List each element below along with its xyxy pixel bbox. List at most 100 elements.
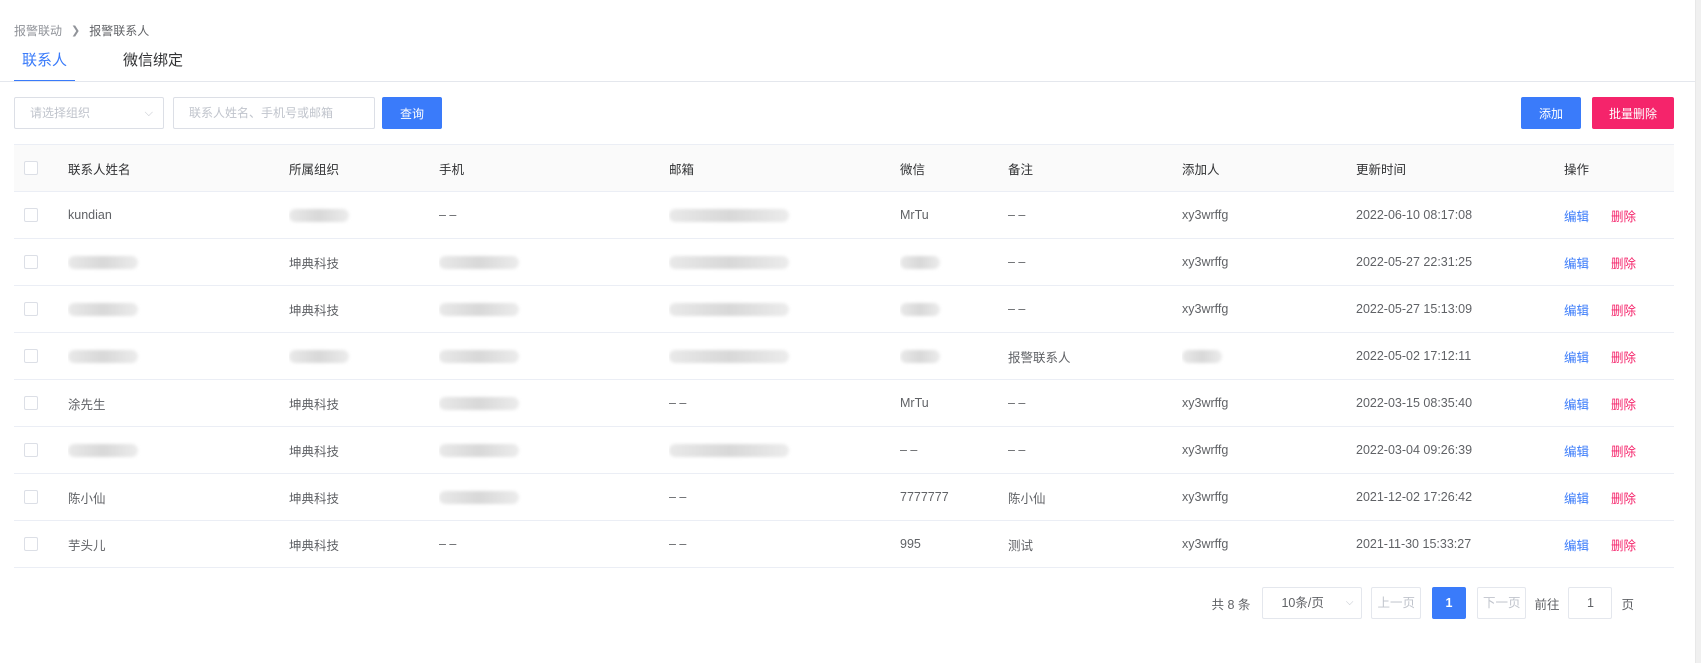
tab-wechat-binding[interactable]: 微信绑定 <box>115 50 191 82</box>
masked-org <box>289 333 429 379</box>
org-select[interactable]: 请选择组织 ⌵ <box>14 97 164 129</box>
cell-remark: – – <box>1008 255 1026 269</box>
table-header: 联系人姓名 所属组织 手机 邮箱 微信 备注 添加人 更新时间 操作 <box>14 144 1674 192</box>
redacted-value <box>439 443 519 457</box>
cell-adder: xy3wrffg <box>1182 537 1229 551</box>
cell-email: – – <box>669 396 687 410</box>
prev-page-button[interactable]: 上一页 <box>1371 587 1421 619</box>
pagination: 共 8 条 10条/页 ⌵ 上一页 1 下一页 前往 页 <box>1212 587 1634 619</box>
row-checkbox-cell <box>24 192 54 238</box>
page-number-current[interactable]: 1 <box>1431 587 1466 619</box>
edit-link[interactable]: 编辑 <box>1564 394 1589 413</box>
header-adder: 添加人 <box>1182 162 1220 177</box>
cell-wechat: MrTu <box>900 208 929 222</box>
row-checkbox[interactable] <box>24 537 38 551</box>
contacts-table: 联系人姓名 所属组织 手机 邮箱 微信 备注 添加人 更新时间 操作 kundi… <box>14 144 1674 568</box>
masked-name <box>68 427 268 473</box>
page-unit-label: 页 <box>1621 597 1634 612</box>
table-row: 坤典科技 – – xy3wrffg 2022-05-27 22:31:25 编辑 删除 <box>14 239 1674 286</box>
row-checkbox[interactable] <box>24 490 38 504</box>
goto-page-input[interactable] <box>1568 587 1613 619</box>
table-row: kundian – – MrTu – – xy3wrffg 2022-06-10 08:1… <box>14 192 1674 239</box>
edit-link[interactable]: 编辑 <box>1564 488 1589 507</box>
header-email: 邮箱 <box>669 162 695 177</box>
breadcrumb-parent[interactable]: 报警联动 <box>14 22 62 39</box>
header-phone: 手机 <box>439 162 465 177</box>
masked-phone <box>439 427 639 473</box>
edit-link[interactable]: 编辑 <box>1564 300 1589 319</box>
cell-adder: xy3wrffg <box>1182 255 1229 269</box>
row-actions: 编辑 删除 <box>1564 192 1674 238</box>
delete-link[interactable]: 删除 <box>1611 253 1636 272</box>
delete-link[interactable]: 删除 <box>1611 394 1636 413</box>
masked-phone <box>439 286 639 332</box>
cell-updated: 2022-05-02 17:12:11 <box>1356 349 1472 363</box>
row-actions: 编辑 删除 <box>1564 474 1674 520</box>
next-page-button[interactable]: 下一页 <box>1476 587 1527 619</box>
cell-remark: 陈小仙 <box>1008 491 1046 506</box>
redacted-value <box>669 443 789 457</box>
row-checkbox-cell <box>24 521 54 567</box>
redacted-value <box>900 302 940 316</box>
row-checkbox[interactable] <box>24 302 38 316</box>
edit-link[interactable]: 编辑 <box>1564 535 1589 554</box>
delete-link[interactable]: 删除 <box>1611 535 1636 554</box>
edit-link[interactable]: 编辑 <box>1564 441 1589 460</box>
redacted-value <box>669 349 789 363</box>
delete-link[interactable]: 删除 <box>1611 441 1636 460</box>
cell-updated: 2022-05-27 15:13:09 <box>1356 302 1473 316</box>
cell-phone: – – <box>439 208 457 222</box>
row-checkbox[interactable] <box>24 443 38 457</box>
masked-name <box>68 239 268 285</box>
masked-email <box>669 239 869 285</box>
delete-link[interactable]: 删除 <box>1611 300 1636 319</box>
edit-link[interactable]: 编辑 <box>1564 206 1589 225</box>
redacted-value <box>68 443 138 457</box>
row-checkbox[interactable] <box>24 208 38 222</box>
cell-org: 坤典科技 <box>289 303 340 318</box>
org-select-placeholder: 请选择组织 <box>30 106 91 120</box>
redacted-value <box>439 490 519 504</box>
query-button[interactable]: 查询 <box>382 97 442 129</box>
redacted-value <box>68 255 138 269</box>
cell-updated: 2021-12-02 17:26:42 <box>1356 490 1473 504</box>
table-row: 坤典科技 – – xy3wrffg 2022-05-27 15:13:09 编辑 删除 <box>14 286 1674 333</box>
cell-updated: 2022-03-04 09:26:39 <box>1356 443 1473 457</box>
row-checkbox[interactable] <box>24 396 38 410</box>
add-button[interactable]: 添加 <box>1521 97 1581 129</box>
cell-org: 坤典科技 <box>289 491 340 506</box>
toolbar: 请选择组织 ⌵ 查询 添加 批量删除 <box>14 97 1674 129</box>
delete-link[interactable]: 删除 <box>1611 206 1636 225</box>
cell-wechat: 995 <box>900 537 921 551</box>
cell-org: 坤典科技 <box>289 397 340 412</box>
tab-contacts[interactable]: 联系人 <box>14 50 76 82</box>
tab-bar: 联系人 微信绑定 <box>14 50 191 82</box>
masked-name <box>68 286 268 332</box>
table-row: 坤典科技 – – – – xy3wrffg 2022-03-04 09:26:39 编辑 删… <box>14 427 1674 474</box>
cell-wechat: – – <box>900 443 918 457</box>
header-ops: 操作 <box>1564 162 1590 177</box>
edit-link[interactable]: 编辑 <box>1564 253 1589 272</box>
search-input[interactable] <box>173 97 375 129</box>
cell-adder: xy3wrffg <box>1182 443 1229 457</box>
edit-link[interactable]: 编辑 <box>1564 347 1589 366</box>
page-size-select[interactable]: 10条/页 ⌵ <box>1262 587 1363 619</box>
masked-email <box>669 333 869 379</box>
select-all-checkbox[interactable] <box>24 161 38 175</box>
chevron-down-icon: ⌵ <box>1345 597 1354 608</box>
row-checkbox[interactable] <box>24 255 38 269</box>
masked-email <box>669 192 869 238</box>
delete-link[interactable]: 删除 <box>1611 347 1636 366</box>
masked-wechat <box>900 239 1000 285</box>
masked-wechat <box>900 286 1000 332</box>
row-checkbox-cell <box>24 239 54 285</box>
row-actions: 编辑 删除 <box>1564 380 1674 426</box>
masked-phone <box>439 239 639 285</box>
scrollbar[interactable] <box>1695 0 1701 663</box>
delete-link[interactable]: 删除 <box>1611 488 1636 507</box>
row-checkbox[interactable] <box>24 349 38 363</box>
cell-adder: xy3wrffg <box>1182 490 1229 504</box>
redacted-value <box>439 255 519 269</box>
batch-delete-button[interactable]: 批量删除 <box>1592 97 1674 129</box>
header-org: 所属组织 <box>289 162 340 177</box>
